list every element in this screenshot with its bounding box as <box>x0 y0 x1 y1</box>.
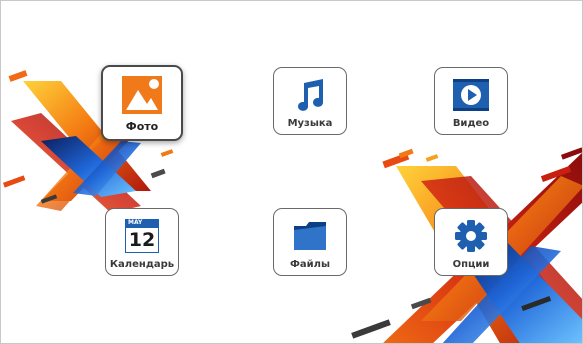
tile-music-label: Музыка <box>287 118 333 129</box>
calendar-day: 12 <box>128 229 156 251</box>
video-play-icon <box>453 77 489 113</box>
tile-options-label: Опции <box>452 259 490 270</box>
folder-icon <box>292 218 328 254</box>
tile-files[interactable]: Файлы <box>273 208 347 276</box>
tile-photo[interactable]: Фото <box>101 65 183 141</box>
tile-files-label: Файлы <box>289 259 331 270</box>
background-x-graphic <box>2 70 582 343</box>
tile-calendar-label: Календарь <box>109 259 175 270</box>
tile-calendar[interactable]: MAY 12 Календарь <box>105 208 179 276</box>
photo-icon <box>121 75 163 115</box>
tile-video[interactable]: Видео <box>434 67 508 135</box>
tile-music[interactable]: Музыка <box>273 67 347 135</box>
gear-icon <box>453 218 489 254</box>
calendar-icon: MAY 12 <box>124 218 160 254</box>
home-screen: Фото Музыка Видео MAY 12 Календарь Файлы… <box>0 0 583 344</box>
calendar-month: MAY <box>128 219 143 226</box>
music-note-icon <box>292 77 328 113</box>
tile-options[interactable]: Опции <box>434 208 508 276</box>
tile-video-label: Видео <box>452 118 490 129</box>
tile-photo-label: Фото <box>125 120 159 133</box>
